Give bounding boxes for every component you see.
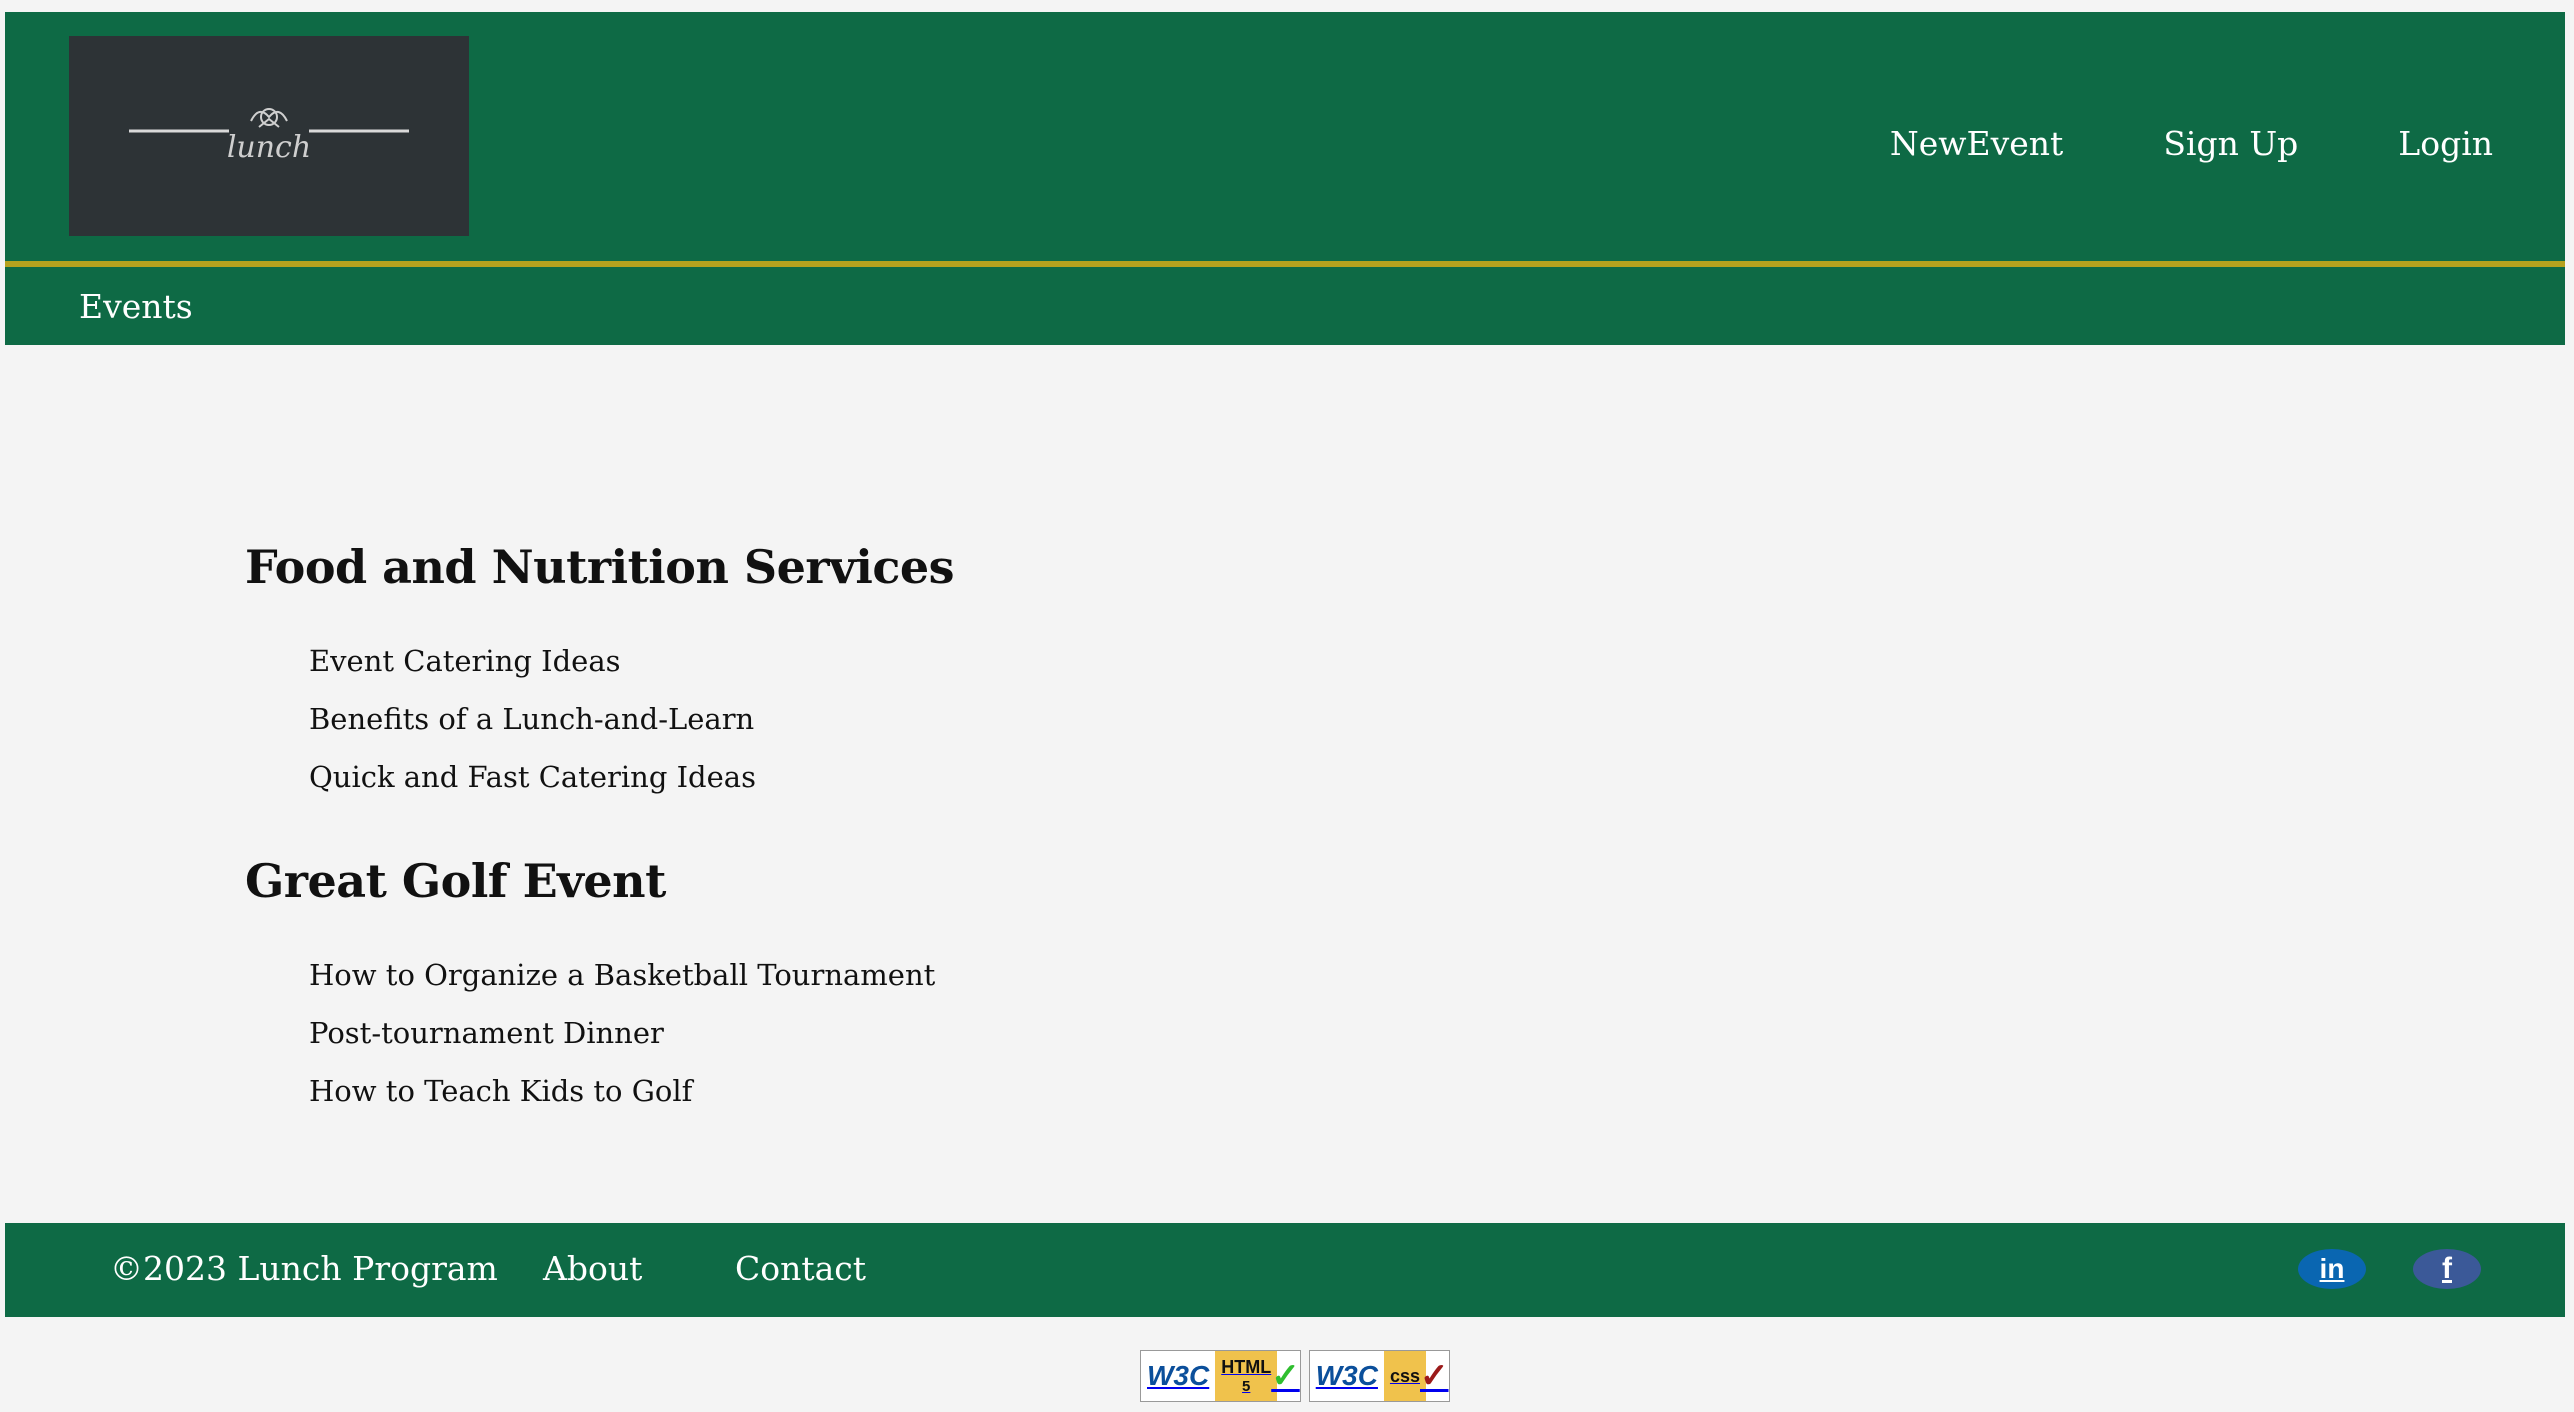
event-link[interactable]: Post-tournament Dinner <box>309 1004 1845 1062</box>
linkedin-icon[interactable]: in <box>2298 1249 2366 1289</box>
section-link-list: How to Organize a Basketball Tournament … <box>309 946 1845 1120</box>
page-frame: lunch NewEvent Sign Up Login Events <box>5 12 2565 345</box>
site-logo[interactable]: lunch <box>69 36 469 236</box>
validation-badges: W3C HTML 5 ✓ W3C css ✓ <box>1140 1350 1450 1402</box>
nav-login[interactable]: Login <box>2398 124 2493 163</box>
w3c-html5-badge[interactable]: W3C HTML 5 ✓ <box>1140 1350 1301 1402</box>
nav-events[interactable]: Events <box>79 287 193 326</box>
check-icon: ✓ <box>1420 1357 1449 1395</box>
event-link[interactable]: Benefits of a Lunch-and-Learn <box>309 690 1845 748</box>
facebook-label: f <box>2442 1252 2452 1285</box>
nav-sign-up[interactable]: Sign Up <box>2163 124 2298 163</box>
event-link[interactable]: Quick and Fast Catering Ideas <box>309 748 1845 806</box>
section-title: Food and Nutrition Services <box>245 540 955 594</box>
site-header: lunch NewEvent Sign Up Login <box>5 12 2565 267</box>
events-content: Food and Nutrition Services Event Cateri… <box>245 540 1845 1168</box>
check-icon: ✓ <box>1271 1357 1300 1395</box>
nav-new-event[interactable]: NewEvent <box>1890 124 2063 163</box>
event-link[interactable]: Event Catering Ideas <box>309 632 1845 690</box>
lunch-logo-icon: lunch <box>129 108 409 165</box>
copyright-text: ©2023 Lunch Program <box>110 1249 498 1288</box>
w3c-logo-text: W3C <box>1147 1360 1210 1391</box>
svg-text:lunch: lunch <box>227 130 311 165</box>
html-badge-version: 5 <box>1242 1378 1251 1395</box>
footer-about-link[interactable]: About <box>543 1249 642 1288</box>
w3c-logo-text: W3C <box>1315 1360 1378 1391</box>
html-badge-label: HTML <box>1221 1357 1272 1377</box>
event-link[interactable]: How to Organize a Basketball Tournament <box>309 946 1845 1004</box>
html-badge-tag: HTML 5 <box>1215 1351 1278 1401</box>
css-badge-label: css <box>1389 1365 1420 1386</box>
section-title: Great Golf Event <box>245 854 666 908</box>
footer-contact-link[interactable]: Contact <box>735 1249 866 1288</box>
w3c-css-badge[interactable]: W3C css ✓ <box>1308 1350 1450 1402</box>
section-link-list: Event Catering Ideas Benefits of a Lunch… <box>309 632 1845 806</box>
sub-nav: Events <box>5 267 2565 345</box>
top-nav: NewEvent Sign Up Login <box>1890 124 2493 163</box>
facebook-icon[interactable]: f <box>2413 1249 2481 1289</box>
event-link[interactable]: How to Teach Kids to Golf <box>309 1062 1845 1120</box>
site-footer: ©2023 Lunch Program About Contact in f <box>5 1223 2565 1317</box>
linkedin-label: in <box>2319 1253 2345 1284</box>
